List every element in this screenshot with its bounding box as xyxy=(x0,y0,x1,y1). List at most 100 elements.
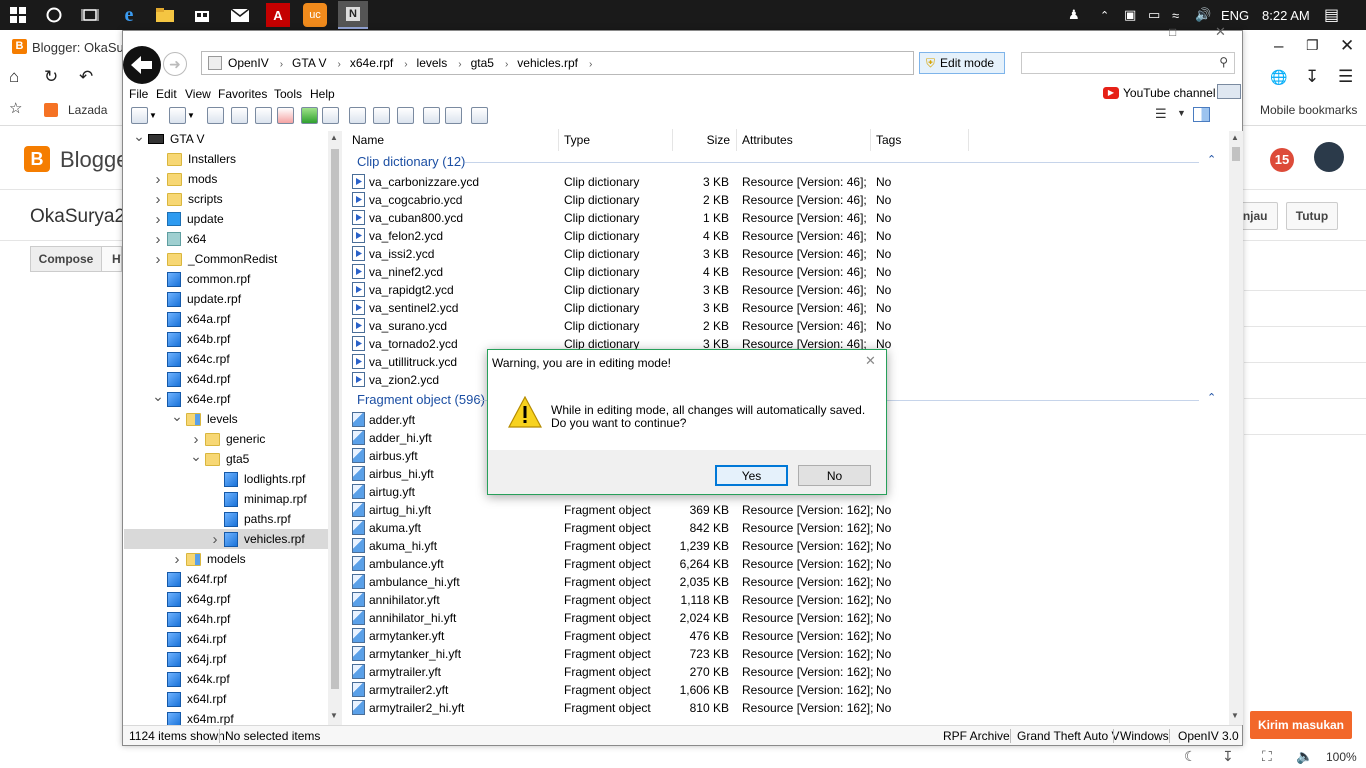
tray-chevron-icon[interactable]: ⌃ xyxy=(1100,0,1109,30)
reload-icon[interactable]: ↻ xyxy=(44,67,58,87)
new-dropdown-icon[interactable]: ▼ xyxy=(149,111,158,128)
menu-edit[interactable]: Edit xyxy=(156,87,177,101)
find-doc-icon[interactable] xyxy=(373,107,390,124)
column-header-attributes[interactable]: Attributes xyxy=(737,129,871,151)
breadcrumb-separator-icon[interactable]: › xyxy=(505,59,508,70)
replace-icon[interactable] xyxy=(471,107,488,124)
file-row[interactable]: armytrailer2_hi.yft Fragment object 810 KB… xyxy=(347,699,1228,717)
avatar[interactable] xyxy=(1314,142,1344,172)
tree-item[interactable]: x64h.rpf xyxy=(124,609,329,629)
file-row[interactable]: armytrailer2.yft Fragment object 1,606 KB R… xyxy=(347,681,1228,699)
file-row[interactable]: va_rapidgt2.ycd Clip dictionary 3 KB Resour… xyxy=(347,281,1228,299)
column-header-type[interactable]: Type xyxy=(559,129,673,151)
file-row[interactable]: va_ninef2.ycd Clip dictionary 4 KB Resource… xyxy=(347,263,1228,281)
expand-chevron-icon[interactable]: ⌄ xyxy=(130,129,148,145)
expand-chevron-icon[interactable]: › xyxy=(149,251,167,268)
uc-browser-icon[interactable]: uc xyxy=(303,3,327,27)
tree-item[interactable]: x64a.rpf xyxy=(124,309,329,329)
list-scroll-down-icon[interactable]: ▼ xyxy=(1231,711,1239,720)
tree-item[interactable]: x64k.rpf xyxy=(124,669,329,689)
file-row[interactable]: annihilator.yft Fragment object 1,118 KB Re… xyxy=(347,591,1228,609)
file-row[interactable]: annihilator_hi.yft Fragment object 2,024 K… xyxy=(347,609,1228,627)
acrobat-icon[interactable]: A xyxy=(266,3,290,27)
breadcrumb-separator-icon[interactable]: › xyxy=(404,59,407,70)
tree-item[interactable]: update.rpf xyxy=(124,289,329,309)
menu-view[interactable]: View xyxy=(185,87,211,101)
check-icon[interactable] xyxy=(255,107,272,124)
tree-item[interactable]: x64j.rpf xyxy=(124,649,329,669)
column-header-tags[interactable]: Tags xyxy=(871,129,969,151)
expand-chevron-icon[interactable]: › xyxy=(149,191,167,208)
expand-chevron-icon[interactable]: › xyxy=(149,231,167,248)
file-row[interactable]: airtug_hi.yft Fragment object 369 KB Resour… xyxy=(347,501,1228,519)
tree-item[interactable]: › models xyxy=(124,549,329,569)
breadcrumb-separator-icon[interactable]: › xyxy=(338,59,341,70)
task-view-icon[interactable] xyxy=(78,3,102,27)
tree-scrollbar[interactable]: ▲ ▼ xyxy=(328,131,342,725)
cortana-icon[interactable] xyxy=(42,3,66,27)
edit-mode-button[interactable]: ⛨ Edit mode xyxy=(919,52,1005,74)
tree-item[interactable]: › generic xyxy=(124,429,329,449)
menu-icon[interactable]: ☰ xyxy=(1338,67,1353,87)
tree-item[interactable]: ⌄ x64e.rpf xyxy=(124,388,329,409)
people-icon[interactable]: ♟ xyxy=(1068,0,1080,30)
night-mode-icon[interactable]: ☾ xyxy=(1184,748,1197,765)
dialog-close-icon[interactable]: ✕ xyxy=(865,353,876,369)
list-scroll-up-icon[interactable]: ▲ xyxy=(1231,133,1239,142)
tree-item[interactable]: › _CommonRedist xyxy=(124,249,329,269)
expand-chevron-icon[interactable]: › xyxy=(149,211,167,228)
yes-button[interactable]: Yes xyxy=(715,465,788,486)
column-header-name[interactable]: Name xyxy=(347,129,559,151)
tree-item[interactable]: x64g.rpf xyxy=(124,589,329,609)
file-row[interactable]: akuma.yft Fragment object 842 KB Resource [… xyxy=(347,519,1228,537)
expand-chevron-icon[interactable]: › xyxy=(206,531,224,548)
feedback-button[interactable]: Kirim masukan xyxy=(1250,711,1352,739)
close-icon[interactable]: ✕ xyxy=(1340,36,1354,56)
find-icon[interactable] xyxy=(349,107,366,124)
open-icon[interactable] xyxy=(207,107,224,124)
view-doc-icon[interactable] xyxy=(397,107,414,124)
file-row[interactable]: armytrailer.yft Fragment object 270 KB Reso… xyxy=(347,663,1228,681)
tree-scroll-down-icon[interactable]: ▼ xyxy=(330,711,338,720)
file-explorer-icon[interactable] xyxy=(153,3,177,27)
openiv-taskbar-icon[interactable]: N xyxy=(338,1,368,29)
breadcrumb-separator-icon[interactable]: › xyxy=(458,59,461,70)
file-row[interactable]: va_carbonizzare.ycd Clip dictionary 3 KB Re… xyxy=(347,173,1228,191)
tree-item[interactable]: › x64 xyxy=(124,229,329,249)
tree-item[interactable]: x64l.rpf xyxy=(124,689,329,709)
tree-item[interactable]: Installers xyxy=(124,149,329,169)
fullscreen-icon[interactable]: ⛶ xyxy=(1262,748,1272,765)
export-icon[interactable] xyxy=(445,107,462,124)
tree-item[interactable]: x64c.rpf xyxy=(124,349,329,369)
column-header-size[interactable]: Size xyxy=(673,129,737,151)
view-dropdown-icon[interactable]: ▼ xyxy=(1177,108,1186,118)
mobile-bookmarks[interactable]: Mobile bookmarks xyxy=(1260,103,1357,117)
group-header[interactable]: Fragment object (596) xyxy=(357,392,485,407)
window-close-icon[interactable]: ✕ xyxy=(1215,24,1226,40)
minimize-icon[interactable]: – xyxy=(1274,36,1283,56)
tree-item[interactable]: common.rpf xyxy=(124,269,329,289)
tree-scroll-thumb[interactable] xyxy=(331,149,339,689)
tree-item[interactable]: ⌄ levels xyxy=(124,408,329,429)
breadcrumb-item[interactable]: gta5 xyxy=(471,56,494,70)
action-center-icon[interactable]: ▤ xyxy=(1324,0,1339,30)
file-row[interactable]: akuma_hi.yft Fragment object 1,239 KB Resou… xyxy=(347,537,1228,555)
home-icon[interactable]: ⌂ xyxy=(9,67,19,87)
tree-item[interactable]: x64m.rpf xyxy=(124,709,329,725)
breadcrumb-separator-icon[interactable]: › xyxy=(589,59,592,70)
zoom-level[interactable]: 100% xyxy=(1326,750,1357,764)
breadcrumb-item[interactable]: GTA V xyxy=(292,56,326,70)
collapse-group-icon[interactable]: ⌃ xyxy=(1207,153,1216,166)
file-row[interactable]: va_cuban800.ycd Clip dictionary 1 KB Resour… xyxy=(347,209,1228,227)
breadcrumb-separator-icon[interactable]: › xyxy=(280,59,283,70)
network-device-icon[interactable]: ▣ xyxy=(1124,0,1136,30)
preview-pane-icon[interactable] xyxy=(1193,107,1210,122)
bookmark-lazada[interactable]: Lazada xyxy=(68,103,107,117)
menu-tools[interactable]: Tools xyxy=(274,87,302,101)
panel-toggle-icon[interactable] xyxy=(1217,84,1241,99)
breadcrumb-item[interactable]: x64e.rpf xyxy=(350,56,393,70)
menu-file[interactable]: File xyxy=(129,87,148,101)
clock[interactable]: 8:22 AM xyxy=(1262,0,1310,30)
file-row[interactable]: va_issi2.ycd Clip dictionary 3 KB Resource … xyxy=(347,245,1228,263)
group-header[interactable]: Clip dictionary (12) xyxy=(357,154,465,169)
